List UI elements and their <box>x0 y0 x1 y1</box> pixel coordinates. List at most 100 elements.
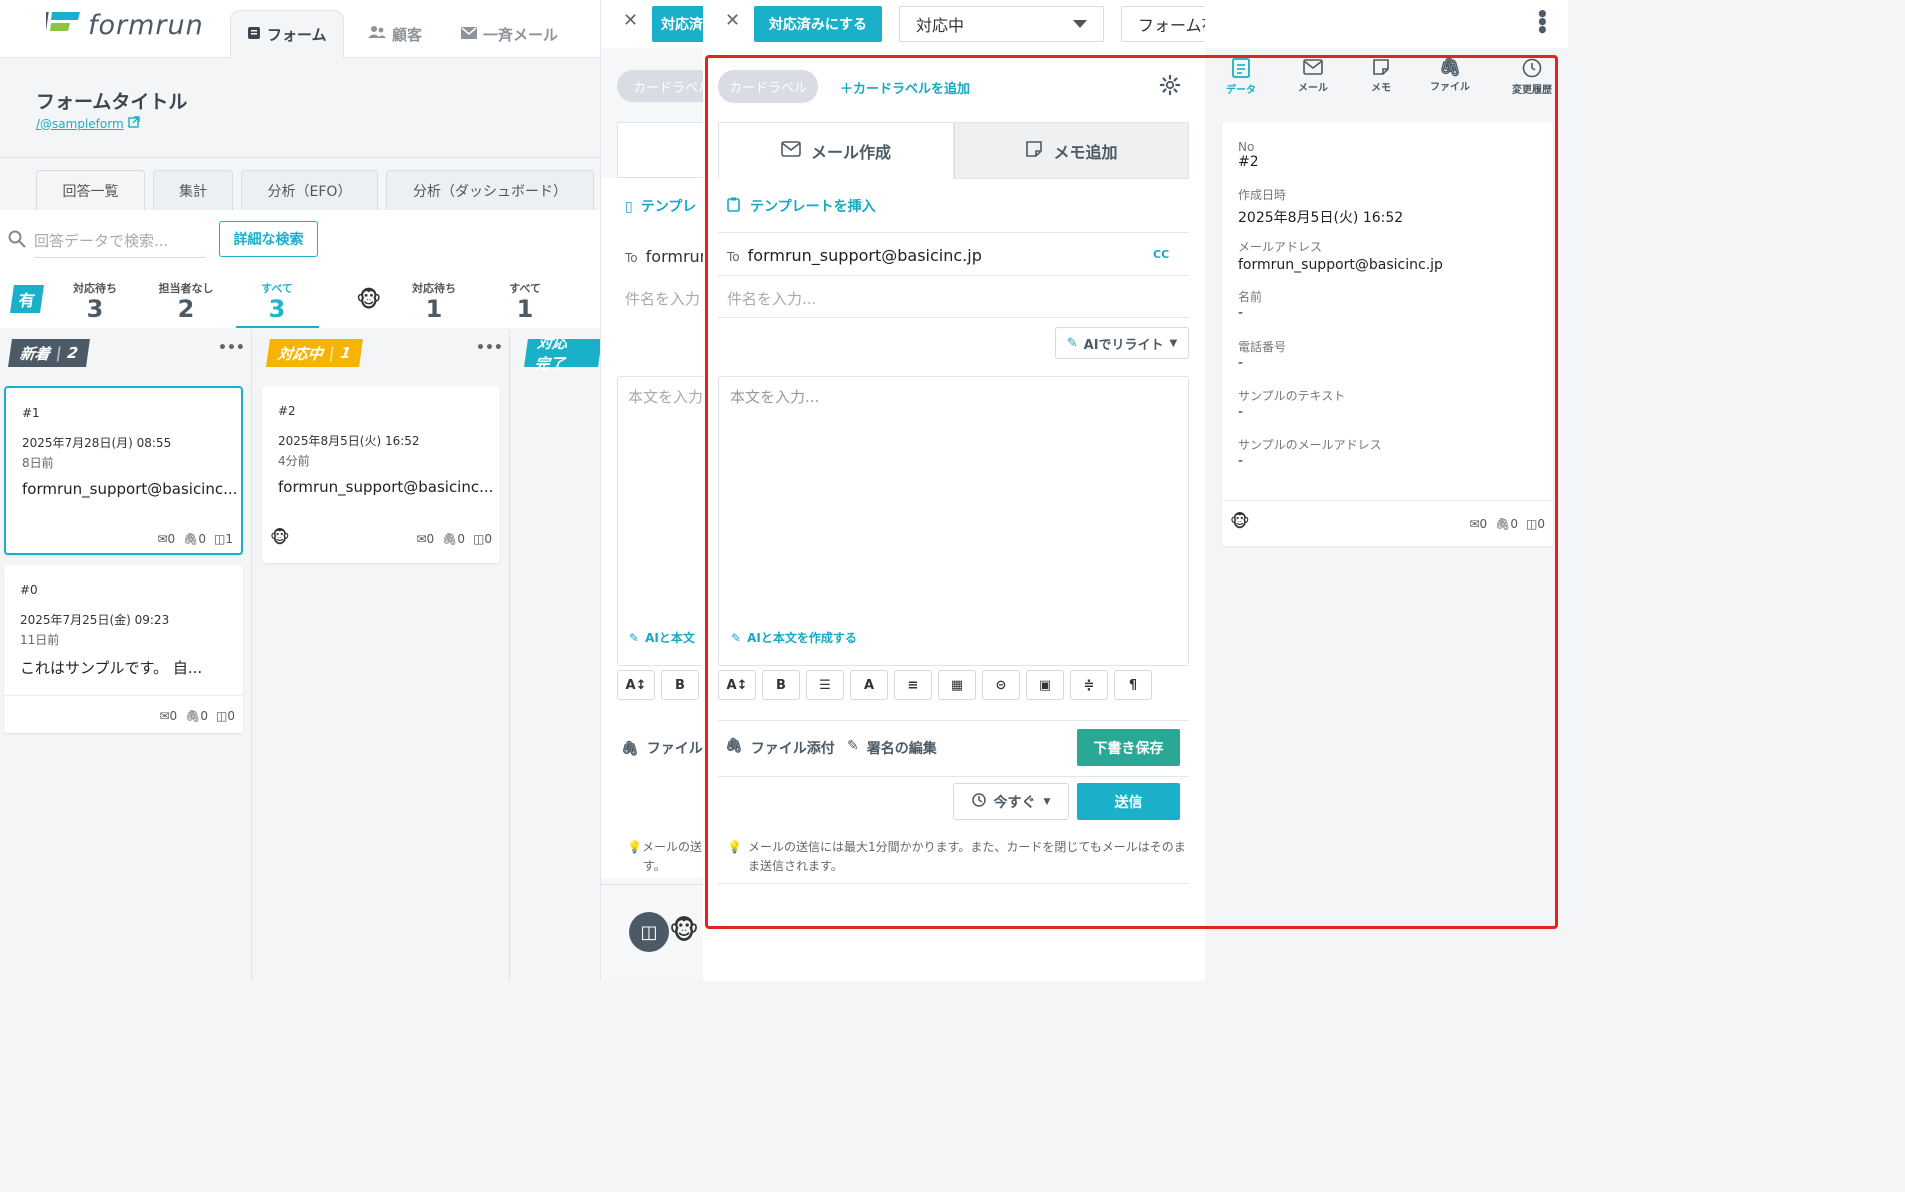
card-label-pill[interactable]: カードラベル <box>718 70 818 103</box>
subject-input[interactable]: 件名を入力... <box>727 288 816 309</box>
memo-count: 1 <box>225 532 233 546</box>
side-nav-label: 変更履歴 <box>1512 85 1552 96</box>
status-select[interactable]: 対応中 <box>899 6 1104 42</box>
stat-value: 1 <box>425 295 443 323</box>
template-link[interactable]: ▯ テンプレ <box>625 196 696 216</box>
field-label: サンプルのテキスト <box>1238 389 1346 403</box>
insert-template-text: テンプレートを挿入 <box>750 199 876 215</box>
more-options-icon[interactable]: • • • <box>1536 4 1549 40</box>
stat-user-waiting[interactable]: 対応待ち 1 <box>399 280 469 322</box>
assignee-avatar-icon: 🐵 <box>1230 512 1250 532</box>
edit-signature-link[interactable]: ✎ 署名の編集 <box>847 738 937 758</box>
search-input[interactable]: 回答データで検索... <box>34 230 206 258</box>
side-nav-data[interactable]: データ <box>1223 58 1259 96</box>
subtab-responses[interactable]: 回答一覧 <box>36 170 145 210</box>
divider <box>718 232 1189 233</box>
column-badge: 対応完了 <box>524 334 602 373</box>
attach-file-link[interactable]: 🖇 ファイル添付 <box>725 738 835 758</box>
ai-compose-link[interactable]: ✎ AIと本文を作成する <box>731 629 857 646</box>
response-card[interactable]: #0 2025年7月25日(金) 09:23 11日前 これはサンプルです。 自… <box>4 565 243 733</box>
subtab-efo[interactable]: 分析（EFO） <box>241 170 378 210</box>
ai-rewrite-button[interactable]: ✎ AIでリライト ▼ <box>1055 327 1189 359</box>
stat-value: 3 <box>268 295 286 323</box>
column-menu-icon[interactable]: ••• <box>218 340 245 356</box>
field-sample-email: サンプルのメールアドレス - <box>1238 436 1382 469</box>
stat-user-all[interactable]: すべて 1 <box>490 280 560 322</box>
side-nav-mail[interactable]: メール <box>1293 58 1333 94</box>
side-nav-memo[interactable]: メモ <box>1363 58 1399 94</box>
nav-tab-label: フォーム <box>267 26 327 44</box>
divider <box>718 883 1189 884</box>
mail-count-icon: ✉0 <box>159 709 178 723</box>
monkey-avatar-icon[interactable]: 🐵 <box>356 288 381 313</box>
stat-unassigned[interactable]: 担当者なし 2 <box>151 280 221 322</box>
tab-add-memo[interactable]: メモ追加 <box>954 122 1189 179</box>
stat-waiting[interactable]: 対応待ち 3 <box>60 280 130 322</box>
font-size-tool[interactable]: A↕ <box>718 670 756 700</box>
image-tool[interactable]: ▣ <box>1026 670 1064 700</box>
tab-compose-mail[interactable]: メール作成 <box>718 122 954 179</box>
paragraph-tool[interactable]: ¶ <box>1114 670 1152 700</box>
stat-label: 対応待ち <box>412 282 456 295</box>
table-tool[interactable]: ▦ <box>938 670 976 700</box>
form-link-text: /@sampleform <box>36 116 124 131</box>
send-note-text: メールの送信には最大1分間かかります。また、カードを閉じてもメールはそのまま送信… <box>747 840 1186 873</box>
magic-wand-icon: ✎ <box>731 630 742 645</box>
tab-label: メール作成 <box>810 143 891 162</box>
body-editor[interactable] <box>718 376 1189 666</box>
column-menu-icon[interactable]: ••• <box>476 340 503 356</box>
attach-text: ファイル <box>646 741 703 757</box>
column-name: 新着 <box>18 344 52 363</box>
subtab-dashboard[interactable]: 分析（ダッシュボード） <box>386 170 594 210</box>
mark-done-button[interactable]: 対応済みにする <box>754 6 882 42</box>
field-value: - <box>1238 305 1244 321</box>
font-size-tool[interactable]: A↕ <box>617 670 655 700</box>
divider-tool[interactable]: ≑ <box>1070 670 1108 700</box>
response-card[interactable]: #1 2025年7月28日(月) 08:55 8日前 formrun_suppo… <box>4 386 243 555</box>
card-ago: 8日前 <box>22 456 54 470</box>
mail-count: 0 <box>167 532 176 546</box>
nav-tab-customers[interactable]: 顧客 <box>368 10 422 58</box>
card-counts: ✉0 🖇0 ◫1 <box>157 532 233 546</box>
ai-compose-label: AIと本文を作成する <box>747 631 857 645</box>
subtab-summary[interactable]: 集計 <box>153 170 233 210</box>
column-badge: 対応中 | 1 <box>266 339 363 367</box>
advanced-search-button[interactable]: 詳細な検索 <box>219 221 318 257</box>
to-field[interactable]: To formrun_support@basicinc.jp <box>727 246 982 265</box>
data-card: No #2 作成日時 2025年8月5日(火) 16:52 メールアドレス formr… <box>1222 122 1553 546</box>
mail-icon <box>781 141 801 161</box>
close-icon[interactable]: ✕ <box>623 10 638 31</box>
body-editor[interactable] <box>617 376 703 666</box>
response-card[interactable]: #2 2025年8月5日(火) 16:52 4分前 formrun_suppor… <box>262 386 500 563</box>
list-tool[interactable]: ☰ <box>806 670 844 700</box>
add-card-label-link[interactable]: ＋カードラベルを追加 <box>840 78 970 97</box>
done-button[interactable]: 対応済 <box>652 6 703 42</box>
card-label-pill[interactable]: カードラベル <box>617 70 703 102</box>
selected-underline <box>236 326 319 328</box>
bold-tool[interactable]: B <box>762 670 800 700</box>
form-public-link[interactable]: /@sampleform <box>36 116 140 131</box>
gear-icon[interactable] <box>1159 74 1181 100</box>
send-timing-select[interactable]: 今すぐ ▼ <box>953 783 1069 820</box>
send-button[interactable]: 送信 <box>1077 783 1180 820</box>
ai-compose-link[interactable]: ✎ AIと本文 <box>629 629 695 646</box>
subject-input[interactable]: 件名を入力 <box>625 288 700 309</box>
nav-tab-form[interactable]: フォーム <box>230 10 344 58</box>
stat-all[interactable]: すべて 3 <box>242 280 312 322</box>
text-color-tool[interactable]: A <box>850 670 888 700</box>
insert-template-link[interactable]: テンプレートを挿入 <box>727 196 876 216</box>
nav-tab-bulk-mail[interactable]: 一斉メール <box>461 10 558 58</box>
bold-tool[interactable]: B <box>661 670 699 700</box>
cc-button[interactable]: CC <box>1153 248 1169 261</box>
divider <box>718 275 1189 276</box>
field-phone: 電話番号 - <box>1238 338 1286 371</box>
attach-link[interactable]: 🖇 ファイル <box>621 738 703 758</box>
align-tool[interactable]: ≡ <box>894 670 932 700</box>
field-label: No <box>1238 140 1255 154</box>
save-draft-button[interactable]: 下書き保存 <box>1077 729 1180 766</box>
note-line1: メールの送 <box>641 840 702 854</box>
link-tool[interactable]: ⊝ <box>982 670 1020 700</box>
side-nav-file[interactable]: 🖇 ファイル <box>1427 58 1473 94</box>
side-nav-history[interactable]: 変更履歴 <box>1507 58 1557 96</box>
close-icon[interactable]: ✕ <box>725 10 740 31</box>
